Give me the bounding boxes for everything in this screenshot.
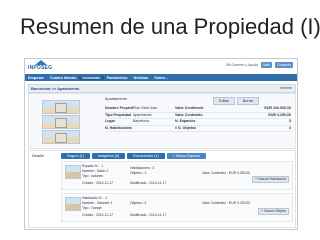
nav-item-noticias[interactable]: Noticias [130,76,151,80]
informe-link[interactable]: Informe [280,86,292,90]
topbar: INPOSEG JM Guerrero | Ayuda Salir Contac… [25,59,297,74]
new-room-button[interactable]: + Nueva Habitación [252,176,290,183]
space-field: Nombre : Salonde 1 [82,201,113,205]
space-value: Valor Contenido : EUR 4.250,00 [202,171,251,175]
field-value: Barcelona [133,119,150,123]
space-field: Habitación N. : 1 [82,196,108,200]
tab-bar: Seguro (1) Imágenes (5) Documentos (1) +… [61,153,207,159]
property-photo[interactable] [42,130,80,144]
space-block: Espacio N. : 1 Nombre : Salón 1 Tipo : s… [61,161,293,190]
new-space-button[interactable]: + Nuevo Espacio [166,153,207,159]
tab-documentos[interactable]: Documentos (1) [127,153,165,159]
new-object-button[interactable]: + Nuevo Objeto [258,208,290,215]
property-grid: Nombre Propiedad Plan Sant Joan Valor Co… [105,106,291,132]
space-image[interactable] [65,165,81,179]
field-label: N. Habitaciones [105,125,132,130]
field-label: Tipo Propiedad [105,112,132,117]
property-photo[interactable] [42,115,80,129]
nav-item-parametros[interactable]: Parámetros [104,76,131,80]
tab-imagenes[interactable]: Imágenes (5) [91,153,126,159]
field-value: Apartmento [133,112,152,117]
space-field: Objetos : 2 [130,201,147,205]
field-label: Nombre Propiedad [105,106,133,110]
nav-item-inventario[interactable]: Inventario [79,75,104,80]
nav-item-cuadro-mando[interactable]: Cuadro Mando [47,76,80,80]
app-window: INPOSEG JM Guerrero | Ayuda Salir Contac… [24,58,298,230]
space-field: Habitaciones : 3 [130,166,155,170]
space-block: Habitación N. : 1 Nombre : Salonde 1 Tip… [61,193,293,222]
detalle-label: Detalle [32,154,44,158]
field-value: EUR 4.250,00 [268,112,291,117]
field-label: N. Espacios [175,119,196,123]
field-value: EUR 240.000,00 [264,106,291,110]
space-image[interactable] [65,197,81,211]
field-label: # N. Objetos [175,125,196,130]
salir-button[interactable]: Salir [260,62,272,68]
user-area: JM Guerrero | Ayuda Salir Contacto [226,62,293,68]
delete-button[interactable]: Borrar [237,97,259,105]
space-field: Tipo : salones [82,174,103,178]
property-type-label: Apartamento [105,97,127,101]
space-value: Valor Contenido : EUR 3.200,00 [202,201,251,205]
property-photo[interactable] [42,100,80,114]
field-value: Plan Sant Joan [133,106,158,110]
space-field: Modificado : 2014-11-17 [130,213,167,217]
field-value [133,126,175,132]
user-text[interactable]: JM Guerrero | Ayuda [226,63,258,67]
tab-seguro[interactable]: Seguro (1) [61,153,90,159]
field-label: Valor Continente [175,106,204,110]
breadcrumb: Barcelona >> Apartments Informe [28,84,296,93]
field-label: Lugar [105,119,115,123]
field-value: 3 [289,125,291,130]
main-nav: Empezar Cuadro Mando Inventario Parámetr… [25,74,297,81]
building-icon [55,133,67,143]
space-field: Objetos : 3 [130,171,147,175]
nav-item-empezar[interactable]: Empezar [25,76,47,80]
nav-item-sobre[interactable]: Sobre... [151,76,171,80]
detail-tabs-area: Detalle Seguro (1) Imágenes (5) Document… [28,150,296,228]
photo-stack [34,98,84,144]
space-field: Espacio N. : 1 [82,164,104,168]
logo-text: INPOSEG [28,65,53,71]
contacto-button[interactable]: Contacto [274,62,293,68]
space-field: Modificado : 2014-11-17 [130,181,167,185]
property-detail: Apartamento Editar Borrar Nombre Propied… [28,93,296,149]
space-field: Creado : 2014-11-17 [82,181,114,185]
breadcrumb-text[interactable]: Barcelona >> Apartments [31,86,79,91]
building-icon [55,118,67,128]
edit-button[interactable]: Editar [213,97,235,105]
building-icon [55,103,67,113]
space-field: Tipo : Garaje [82,206,102,210]
grid-row: N. Habitaciones # N. Objetos 3 [105,125,291,132]
field-value: 3 [289,119,291,123]
slide-title: Resumen de una Propiedad (I) [20,14,320,39]
logo: INPOSEG [28,60,52,73]
field-label: Valor Contenido [175,112,203,117]
space-field: Nombre : Salón 1 [82,169,109,173]
space-field: Creado : 2014-11-17 [82,213,114,217]
